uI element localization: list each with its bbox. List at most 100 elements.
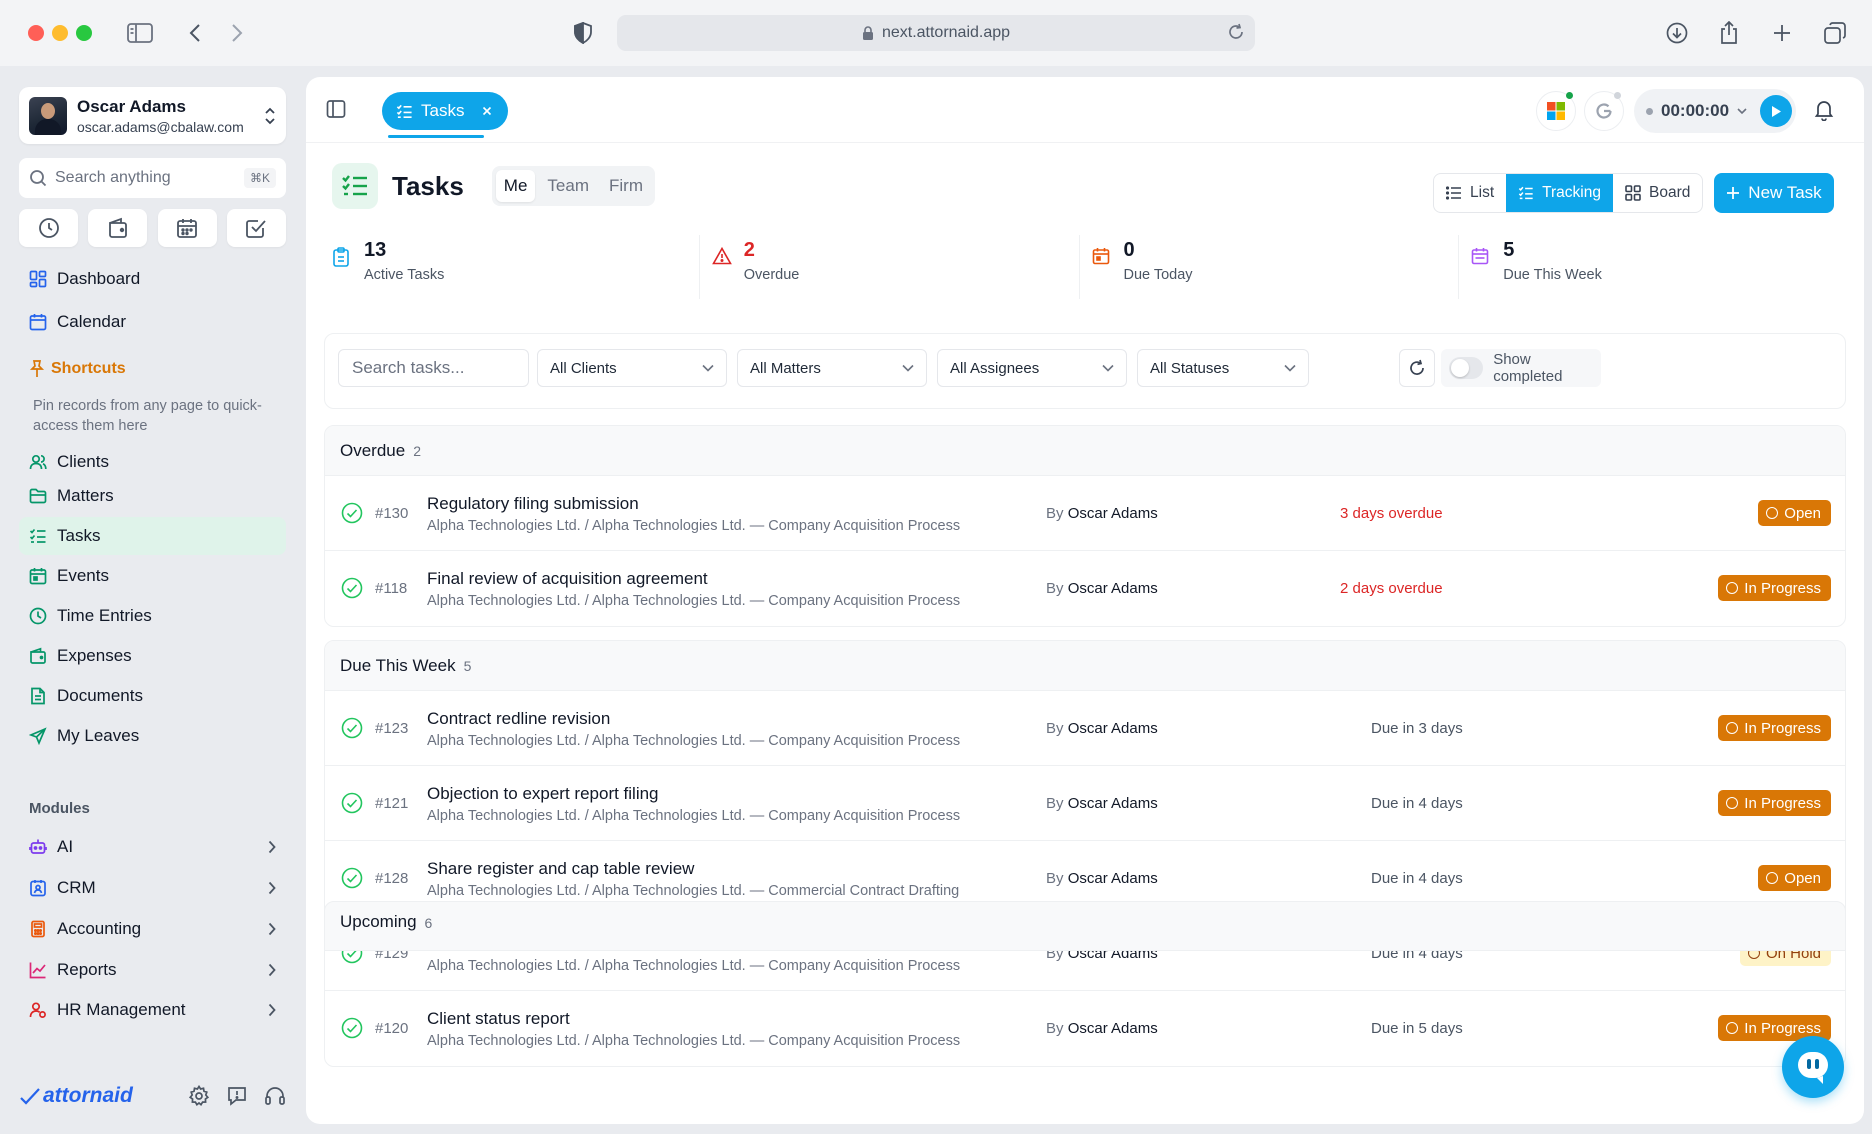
complete-task-icon[interactable] [341,717,363,739]
start-timer-button[interactable] [1760,95,1792,127]
clients-filter[interactable]: All Clients [537,349,727,387]
task-search-input[interactable]: Search tasks... [338,349,529,387]
sidebar-module-crm[interactable]: CRM [19,869,286,907]
sidebar-item-expenses[interactable]: Expenses [19,637,286,675]
complete-task-icon[interactable] [341,577,363,599]
address-bar[interactable]: next.attornaid.app [617,15,1255,51]
sidebar-footer: attornaid [19,1084,286,1108]
close-tab-icon[interactable] [482,106,492,116]
stat-due-today[interactable]: 0 Due Today [1078,235,1459,299]
support-headset-icon[interactable] [264,1085,286,1107]
reload-icon[interactable] [1227,23,1245,41]
task-title[interactable]: Share register and cap table review [427,859,694,879]
chevron-down-icon[interactable] [1737,107,1747,115]
group-header[interactable]: Overdue 2 [325,426,1845,476]
complete-task-icon[interactable] [341,502,363,524]
stat-due-this-week[interactable]: 5 Due This Week [1458,235,1838,299]
attornaid-logo[interactable]: attornaid [19,1084,133,1108]
table-row[interactable]: #120 Client status report Alpha Technolo… [325,991,1845,1066]
assignees-filter[interactable]: All Assignees [937,349,1127,387]
quick-event-button[interactable] [157,209,217,247]
quick-timer-button[interactable] [19,209,78,247]
status-badge[interactable]: In Progress [1718,790,1831,816]
chat-assistant-button[interactable] [1782,1036,1844,1098]
scope-firm[interactable]: Firm [601,170,651,202]
show-completed-toggle[interactable]: Show completed [1441,349,1601,387]
sidebar-module-ai[interactable]: AI [19,828,286,866]
view-list-button[interactable]: List [1434,174,1506,212]
sidebar-module-reports[interactable]: Reports [19,951,286,989]
minimize-window-button[interactable] [52,25,68,41]
scope-me[interactable]: Me [495,170,536,202]
settings-icon[interactable] [188,1085,210,1107]
notifications-bell-icon[interactable] [1814,99,1834,121]
sidebar-toggle-icon[interactable] [125,18,155,48]
download-icon[interactable] [1662,18,1692,48]
task-due: Due in 5 days [1371,1020,1463,1037]
sidebar-module-hr-management[interactable]: HR Management [19,991,286,1029]
sidebar-item-matters[interactable]: Matters [19,477,286,515]
panel-toggle-icon[interactable] [326,99,346,119]
share-icon[interactable] [1714,18,1744,48]
shield-icon[interactable] [568,18,598,48]
task-title[interactable]: Contract redline revision [427,709,610,729]
global-search-input[interactable]: Search anything ⌘K [19,158,286,198]
new-tab-icon[interactable] [1767,18,1797,48]
sidebar-item-documents[interactable]: Documents [19,677,286,715]
chevron-down-icon [702,364,714,372]
complete-task-icon[interactable] [341,867,363,889]
sidebar-item-tasks[interactable]: Tasks [19,517,286,555]
status-badge[interactable]: In Progress [1718,575,1831,601]
table-row[interactable]: #118 Final review of acquisition agreeme… [325,551,1845,626]
back-icon[interactable] [180,18,210,48]
close-window-button[interactable] [28,25,44,41]
sidebar-item-dashboard[interactable]: Dashboard [19,260,286,298]
view-tracking-button[interactable]: Tracking [1506,174,1613,212]
chevron-right-icon [268,881,276,895]
tracking-icon [1518,186,1533,200]
view-board-button[interactable]: Board [1613,174,1702,212]
tab-overview-icon[interactable] [1820,18,1850,48]
stat-overdue[interactable]: 2 Overdue [698,235,1079,299]
task-title[interactable]: Client status report [427,1009,570,1029]
google-integration-button[interactable] [1584,91,1624,131]
sidebar-item-my-leaves[interactable]: My Leaves [19,717,286,755]
status-badge[interactable]: In Progress [1718,715,1831,741]
refresh-button[interactable] [1399,349,1435,387]
quick-expense-button[interactable] [88,209,148,247]
task-title[interactable]: Objection to expert report filing [427,784,659,804]
quick-task-button[interactable] [226,209,286,247]
time-tracker[interactable]: 00:00:00 [1634,89,1796,133]
sidebar-item-events[interactable]: Events [19,557,286,595]
complete-task-icon[interactable] [341,1017,363,1039]
toggle-switch[interactable] [1449,357,1484,379]
group-upcoming-header[interactable]: Upcoming 6 [324,901,1846,951]
table-row[interactable]: #130 Regulatory filing submission Alpha … [325,476,1845,551]
sidebar-item-clients[interactable]: Clients [19,443,286,481]
table-row[interactable]: #121 Objection to expert report filing A… [325,766,1845,841]
stat-active-tasks[interactable]: 13 Active Tasks [332,235,699,299]
complete-task-icon[interactable] [341,792,363,814]
status-badge[interactable]: Open [1758,500,1831,526]
group-header[interactable]: Due This Week 5 [325,641,1845,691]
new-task-button[interactable]: New Task [1714,173,1834,213]
task-owner: By Oscar Adams [1046,795,1158,812]
feedback-icon[interactable] [226,1085,248,1107]
statuses-filter[interactable]: All Statuses [1137,349,1309,387]
user-switcher[interactable]: Oscar Adams oscar.adams@cbalaw.com [19,87,286,144]
forward-icon[interactable] [222,18,252,48]
scope-team[interactable]: Team [539,170,597,202]
matters-filter[interactable]: All Matters [737,349,927,387]
task-title[interactable]: Final review of acquisition agreement [427,569,708,589]
maximize-window-button[interactable] [76,25,92,41]
task-title[interactable]: Regulatory filing submission [427,494,639,514]
task-id: #130 [375,505,409,522]
microsoft-integration-button[interactable] [1536,91,1576,131]
chevron-right-icon [268,963,276,977]
status-badge[interactable]: Open [1758,865,1831,891]
sidebar-module-accounting[interactable]: Accounting [19,910,286,948]
sidebar-item-time-entries[interactable]: Time Entries [19,597,286,635]
sidebar-item-calendar[interactable]: Calendar [19,303,286,341]
table-row[interactable]: #123 Contract redline revision Alpha Tec… [325,691,1845,766]
tab-tasks[interactable]: Tasks [382,92,509,130]
